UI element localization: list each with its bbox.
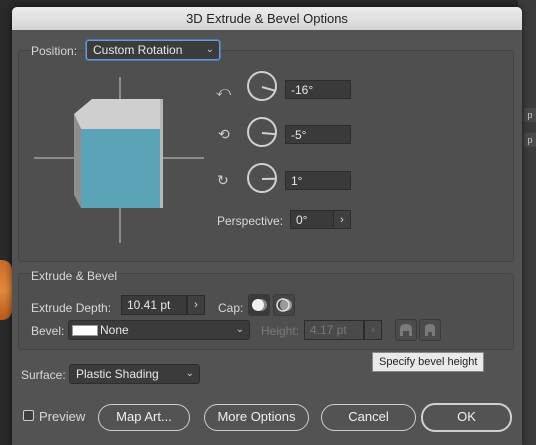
chevron-down-icon: ⌄ [235, 324, 244, 335]
perspective-field[interactable]: 0° [290, 210, 334, 229]
chevron-down-icon: ⌄ [185, 368, 194, 379]
x-rotation-icon: ⤺ [216, 83, 231, 99]
perspective-slider-button[interactable]: › [333, 210, 351, 229]
surface-dropdown[interactable]: Plastic Shading ⌄ [69, 364, 200, 384]
surface-label: Surface: [21, 368, 66, 382]
background-artwork [0, 260, 12, 320]
bevel-extent-in-button[interactable] [419, 319, 441, 341]
dialog-title: 3D Extrude & Bevel Options [12, 7, 522, 30]
preview-label[interactable]: Preview [39, 409, 85, 424]
cap-off-button[interactable] [273, 294, 295, 316]
extrude-depth-field[interactable]: 10.41 pt [121, 295, 187, 315]
cap-label: Cap: [218, 301, 244, 315]
cube-top-face [74, 99, 163, 129]
rotation-preview[interactable] [32, 77, 208, 243]
y-rotation-dial[interactable] [247, 117, 277, 147]
position-dropdown[interactable]: Custom Rotation ⌄ [86, 40, 220, 60]
z-rotation-icon: ↻ [217, 172, 229, 188]
background-panel-tab[interactable]: p [524, 133, 536, 147]
height-slider-button[interactable]: › [364, 320, 382, 340]
bevel-dropdown-value: None [100, 323, 129, 337]
extrude-bevel-section-title: Extrude & Bevel [31, 269, 118, 283]
bevel-label: Bevel: [31, 324, 65, 338]
cap-on-icon [252, 299, 267, 311]
cube-front-face [81, 129, 163, 208]
bevel-extent-out-icon [400, 324, 412, 336]
z-rotation-dial[interactable] [247, 163, 277, 193]
cap-on-button[interactable] [248, 294, 270, 316]
extrude-bevel-dialog: 3D Extrude & Bevel Options Position: Cus… [12, 7, 522, 445]
cube-side-face [74, 114, 81, 208]
background-panel-tab[interactable]: p [524, 108, 536, 122]
x-rotation-field[interactable]: -16° [285, 80, 351, 99]
bevel-height-tooltip: Specify bevel height [372, 352, 485, 372]
y-rotation-field[interactable]: -5° [285, 125, 351, 144]
x-rotation-dial[interactable] [247, 71, 277, 101]
perspective-label: Perspective: [217, 214, 284, 228]
chevron-down-icon: ⌄ [205, 44, 214, 55]
height-label: Height: [261, 324, 300, 338]
extrude-depth-slider-button[interactable]: › [187, 295, 205, 315]
y-rotation-icon: ⟲ [218, 126, 230, 142]
map-art-button[interactable]: Map Art... [98, 404, 190, 431]
extrude-depth-label: Extrude Depth: [31, 301, 112, 315]
cancel-button[interactable]: Cancel [321, 404, 416, 431]
bevel-preview-swatch [72, 325, 98, 336]
cap-off-icon [276, 298, 292, 312]
position-dropdown-value: Custom Rotation [93, 43, 183, 57]
bevel-extent-in-icon [425, 324, 435, 336]
surface-dropdown-value: Plastic Shading [76, 367, 159, 381]
position-label: Position: [31, 44, 78, 58]
ok-button[interactable]: OK [421, 403, 512, 432]
preview-checkbox[interactable] [23, 410, 34, 421]
more-options-button[interactable]: More Options [204, 404, 309, 431]
bevel-dropdown[interactable]: None ⌄ [68, 320, 250, 340]
bevel-extent-out-button[interactable] [395, 319, 417, 341]
z-rotation-field[interactable]: 1° [285, 171, 351, 190]
height-field[interactable]: 4.17 pt [304, 320, 364, 340]
